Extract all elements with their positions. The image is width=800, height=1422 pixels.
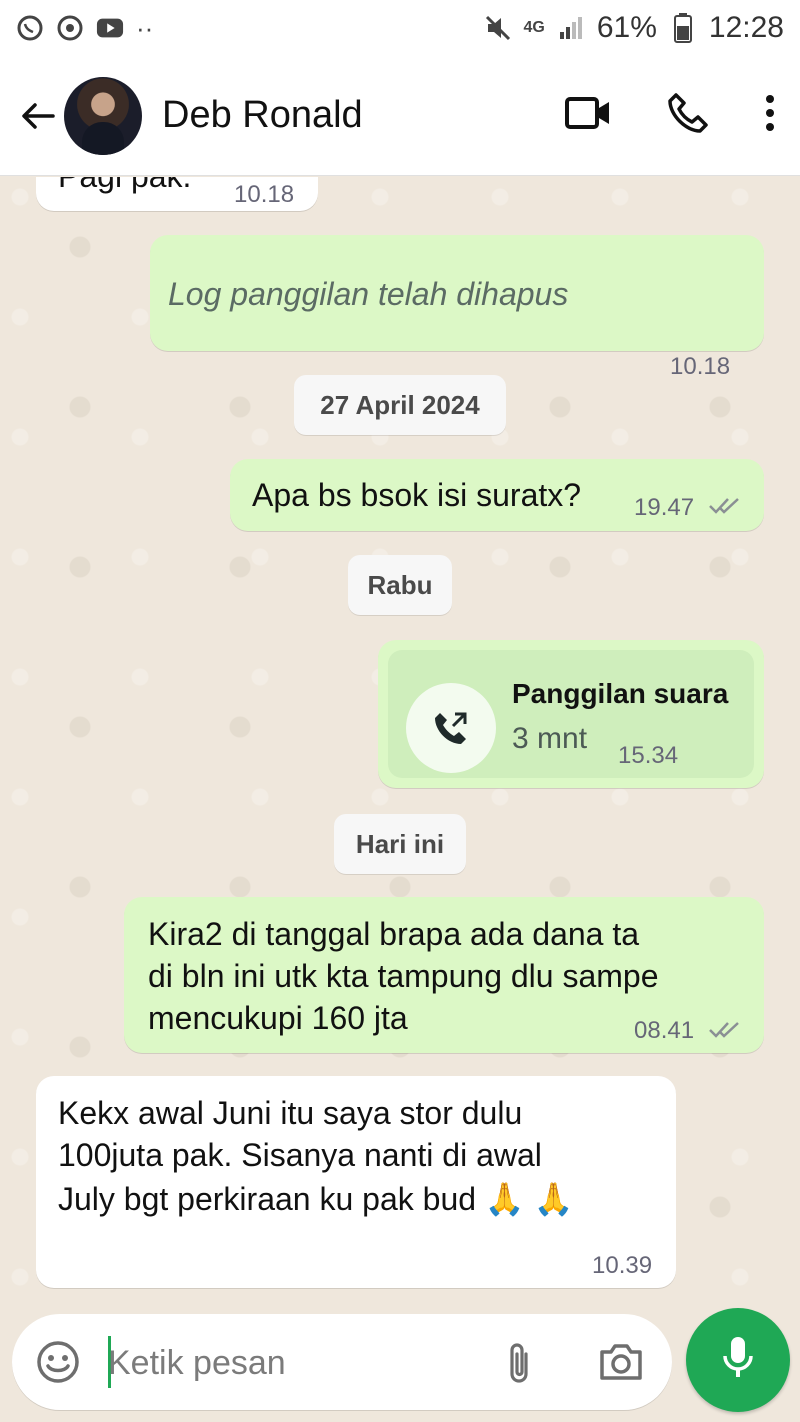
date-separator: 27 April 2024: [294, 375, 506, 435]
message-line: Kekx awal Juni itu saya stor dulu: [58, 1095, 523, 1131]
youtube-icon: [96, 14, 124, 42]
outgoing-call-icon: [406, 683, 496, 773]
message-text: Pagi pak.: [58, 177, 191, 197]
read-ticks-icon: [709, 498, 739, 514]
message-line: di bln ini utk kta tampung dlu sampe: [148, 958, 659, 994]
mute-icon: [484, 14, 512, 42]
signal-icon: [557, 14, 585, 42]
message-time: 10.18: [670, 353, 731, 380]
attach-icon[interactable]: [506, 1340, 534, 1391]
clock: 12:28: [708, 11, 784, 44]
back-arrow-icon[interactable]: [18, 96, 58, 136]
chat-header: Deb Ronald: [0, 56, 800, 176]
message-bubble-incoming[interactable]: Pagi pak. 10.18: [36, 177, 318, 211]
contact-name[interactable]: Deb Ronald: [162, 94, 564, 137]
read-ticks-icon: [709, 1022, 739, 1038]
message-bubble-outgoing[interactable]: Kira2 di tanggal brapa ada dana ta di bl…: [124, 897, 764, 1053]
message-text: Log panggilan telah dihapus: [168, 276, 569, 312]
call-title: Panggilan suara: [512, 678, 729, 709]
message-input[interactable]: [106, 1336, 490, 1390]
message-time: 10.18: [234, 181, 295, 208]
whatsapp-icon: [16, 14, 44, 42]
message-line: mencukupi 160 jta: [148, 1000, 408, 1036]
battery-icon: [669, 13, 697, 43]
message-time: 15.34: [618, 742, 679, 769]
message-time: 19.47: [634, 494, 695, 521]
status-bar: ·· 4G 61% 12:28: [0, 0, 800, 56]
message-line: 100juta pak. Sisanya nanti di awal: [58, 1137, 542, 1173]
emoji-icon[interactable]: [36, 1340, 80, 1389]
chat-area[interactable]: Pagi pak. 10.18 Log panggilan telah diha…: [0, 177, 800, 1310]
network-type: 4G: [523, 19, 545, 36]
voice-call-card[interactable]: Panggilan suara 3 mnt 15.34: [388, 650, 754, 778]
sync-icon: [56, 14, 84, 42]
mic-button[interactable]: [686, 1308, 790, 1412]
date-separator: Hari ini: [334, 814, 466, 874]
message-time: 08.41: [634, 1017, 695, 1044]
video-call-icon[interactable]: [564, 93, 612, 138]
message-bubble-outgoing[interactable]: Apa bs bsok isi suratx? 19.47: [230, 459, 764, 531]
message-bubble-outgoing[interactable]: Log panggilan telah dihapus 10.18: [150, 235, 764, 380]
message-line: Kira2 di tanggal brapa ada dana ta: [148, 916, 640, 952]
message-line: July bgt perkiraan ku pak bud 🙏 🙏: [58, 1181, 574, 1217]
message-text: Apa bs bsok isi suratx?: [252, 477, 582, 513]
message-bubble-incoming[interactable]: Kekx awal Juni itu saya stor dulu 100jut…: [36, 1076, 676, 1288]
camera-icon[interactable]: [598, 1342, 644, 1387]
call-duration: 3 mnt: [512, 722, 588, 755]
voice-call-icon[interactable]: [666, 91, 710, 140]
battery-percent: 61%: [596, 11, 657, 44]
message-time: 10.39: [592, 1252, 653, 1279]
microphone-icon: [720, 1334, 756, 1387]
date-separator: Rabu: [348, 555, 452, 615]
avatar[interactable]: [64, 76, 142, 155]
message-composer: [12, 1314, 672, 1410]
more-options-icon[interactable]: [764, 93, 776, 138]
status-more-dots: ··: [136, 12, 154, 43]
